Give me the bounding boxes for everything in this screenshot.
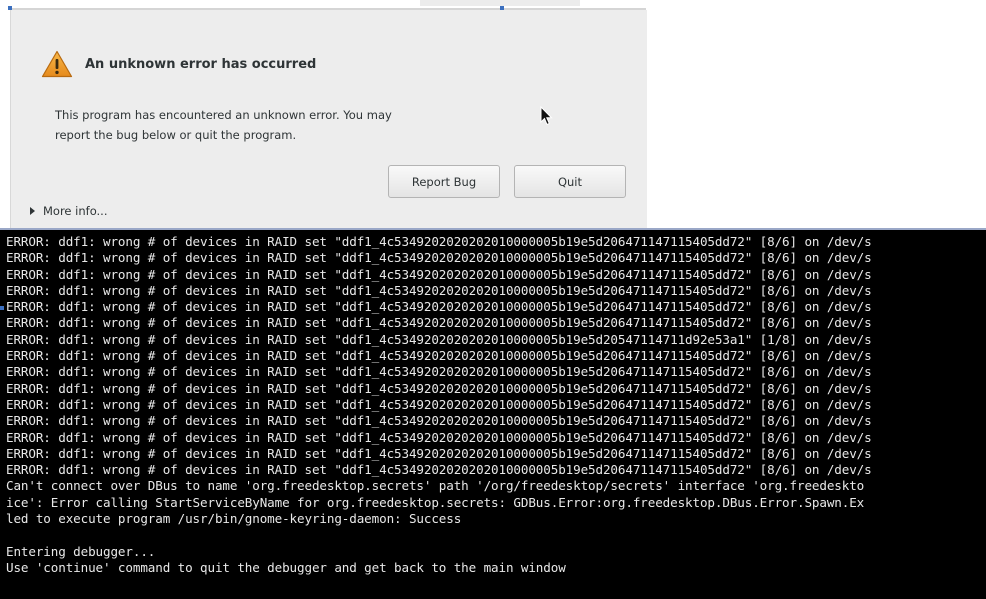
more-info-label: More info...: [43, 204, 108, 218]
selection-handle: [0, 306, 4, 310]
terminal-line: ERROR: ddf1: wrong # of devices in RAID …: [6, 462, 872, 478]
terminal-line: ERROR: ddf1: wrong # of devices in RAID …: [6, 315, 872, 331]
dialog-message: This program has encountered an unknown …: [55, 105, 455, 145]
terminal-line: ERROR: ddf1: wrong # of devices in RAID …: [6, 266, 872, 282]
dialog-message-line: report the bug below or quit the program…: [55, 128, 297, 142]
dialog-header: An unknown error has occurred: [41, 50, 316, 78]
screen: An unknown error has occurred This progr…: [0, 0, 986, 599]
terminal-line: ERROR: ddf1: wrong # of devices in RAID …: [6, 299, 872, 315]
warning-icon: [41, 50, 73, 78]
terminal-line: ERROR: ddf1: wrong # of devices in RAID …: [6, 429, 872, 445]
terminal-line: ERROR: ddf1: wrong # of devices in RAID …: [6, 445, 872, 461]
dialog-title: An unknown error has occurred: [85, 56, 317, 72]
dialog-message-line: This program has encountered an unknown …: [55, 108, 392, 122]
quit-button[interactable]: Quit: [514, 165, 626, 198]
terminal-line: ERROR: ddf1: wrong # of devices in RAID …: [6, 234, 872, 249]
terminal-line: ERROR: ddf1: wrong # of devices in RAID …: [6, 282, 872, 298]
terminal-line: ERROR: ddf1: wrong # of devices in RAID …: [6, 396, 872, 412]
terminal-line: ERROR: ddf1: wrong # of devices in RAID …: [6, 364, 872, 380]
report-bug-button[interactable]: Report Bug: [388, 165, 500, 198]
terminal-line: ERROR: ddf1: wrong # of devices in RAID …: [6, 413, 872, 429]
terminal-line: Entering debugger...: [6, 543, 156, 559]
terminal-line: led to execute program /usr/bin/gnome-ke…: [6, 511, 462, 527]
terminal-line: ERROR: ddf1: wrong # of devices in RAID …: [6, 331, 872, 347]
terminal-line: Use 'continue' command to quit the debug…: [6, 559, 566, 575]
mouse-pointer-icon: [540, 106, 553, 126]
terminal-console: ERROR: ddf1: wrong # of devices in RAID …: [0, 228, 986, 599]
expander-arrow-icon: [30, 207, 35, 215]
terminal-line: ERROR: ddf1: wrong # of devices in RAID …: [6, 380, 872, 396]
more-info-expander[interactable]: More info...: [30, 204, 108, 218]
terminal-output: ERROR: ddf1: wrong # of devices in RAID …: [6, 234, 986, 576]
terminal-line: ice': Error calling StartServiceByName f…: [6, 494, 865, 510]
terminal-line: ERROR: ddf1: wrong # of devices in RAID …: [6, 250, 872, 266]
terminal-line: ERROR: ddf1: wrong # of devices in RAID …: [6, 348, 872, 364]
window-top-edge: [8, 0, 646, 10]
terminal-line: Can't connect over DBus to name 'org.fre…: [6, 478, 865, 494]
